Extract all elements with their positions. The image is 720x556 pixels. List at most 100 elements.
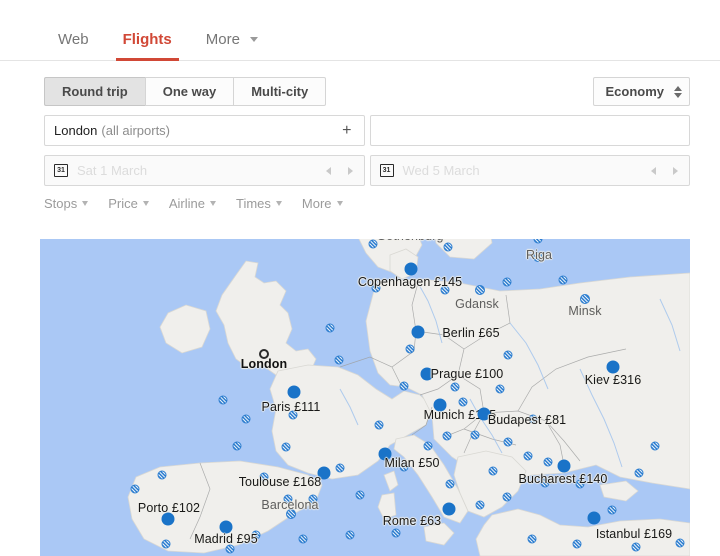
map-marker[interactable] (161, 539, 171, 549)
map-marker[interactable] (445, 479, 455, 489)
depart-date-next-icon[interactable] (347, 166, 353, 175)
return-date-next-icon[interactable] (673, 166, 678, 175)
map-marker[interactable] (325, 323, 335, 333)
tab-flights[interactable]: Flights (109, 32, 186, 61)
map-marker[interactable] (405, 344, 415, 354)
map-marker[interactable] (281, 442, 291, 452)
map-marker[interactable] (355, 490, 365, 500)
map-marker[interactable] (157, 470, 167, 480)
map-marker[interactable] (335, 463, 345, 473)
map-marker[interactable] (450, 382, 460, 392)
filter-stops[interactable]: Stops (44, 196, 89, 211)
tab-more[interactable]: More (192, 32, 272, 60)
map-marker[interactable] (558, 275, 568, 285)
map-marker-berlin[interactable] (411, 325, 425, 339)
filter-price[interactable]: Price (108, 196, 149, 211)
map-marker-bucharest[interactable] (557, 459, 571, 473)
origin-field[interactable]: London (all airports) + (44, 115, 365, 146)
map-marker[interactable] (374, 420, 384, 430)
trip-type-multi-city[interactable]: Multi-city (233, 77, 327, 106)
map-marker[interactable] (345, 530, 355, 540)
map-marker[interactable] (218, 395, 228, 405)
destination-input[interactable] (379, 123, 680, 138)
map-marker[interactable] (308, 494, 318, 504)
map-marker-rome[interactable] (442, 502, 456, 516)
map-marker[interactable] (283, 494, 293, 504)
depart-date-prev-icon[interactable] (325, 166, 331, 175)
map-marker[interactable] (288, 410, 298, 420)
map-marker-origin-london[interactable] (259, 349, 269, 359)
calendar-icon-day: 31 (57, 167, 65, 174)
map-marker[interactable] (443, 242, 453, 252)
map-marker[interactable] (503, 350, 513, 360)
tab-web-label: Web (58, 31, 89, 48)
filter-more-label: More (301, 196, 332, 211)
map-marker[interactable] (298, 534, 308, 544)
map-marker[interactable] (371, 283, 381, 293)
map-marker[interactable] (634, 468, 644, 478)
filter-times[interactable]: Times (236, 196, 282, 211)
map-marker[interactable] (543, 457, 553, 467)
map-marker-milan[interactable] (378, 447, 392, 461)
map-marker[interactable] (523, 451, 533, 461)
map-marker[interactable] (442, 431, 452, 441)
filter-airline[interactable]: Airline (169, 196, 216, 211)
map-marker[interactable] (528, 414, 538, 424)
map-marker[interactable] (488, 466, 498, 476)
return-date-steppers (651, 166, 680, 175)
map-marker[interactable] (241, 414, 251, 424)
trip-type-one-way[interactable]: One way (144, 77, 234, 106)
map-marker-paris[interactable] (287, 385, 301, 399)
flight-destinations-map[interactable]: GothenburgRigaMoscowMinskGdanskBarcelona… (40, 239, 690, 556)
map-marker[interactable] (334, 355, 344, 365)
cabin-class-select[interactable]: Economy (593, 77, 690, 106)
return-date-prev-icon[interactable] (651, 166, 656, 175)
map-marker-porto[interactable] (161, 512, 175, 526)
map-marker-budapest[interactable] (477, 407, 491, 421)
map-marker[interactable] (527, 534, 537, 544)
map-marker-munich[interactable] (433, 398, 447, 412)
map-marker[interactable] (475, 500, 485, 510)
map-marker[interactable] (458, 397, 468, 407)
map-marker[interactable] (232, 441, 242, 451)
map-marker[interactable] (650, 441, 660, 451)
map-marker[interactable] (225, 544, 235, 554)
map-marker[interactable] (399, 462, 409, 472)
map-marker[interactable] (251, 530, 261, 540)
map-marker[interactable] (502, 277, 512, 287)
map-marker[interactable] (368, 239, 378, 249)
trip-type-round-trip[interactable]: Round trip (44, 77, 145, 106)
map-marker[interactable] (423, 441, 433, 451)
map-marker[interactable] (540, 478, 550, 488)
map-marker[interactable] (495, 384, 505, 394)
map-marker-minsk[interactable] (580, 294, 590, 304)
map-marker-istanbul[interactable] (587, 511, 601, 525)
map-marker[interactable] (391, 528, 401, 538)
map-marker-toulouse[interactable] (317, 466, 331, 480)
map-marker[interactable] (503, 437, 513, 447)
map-marker-kiev[interactable] (606, 360, 620, 374)
map-marker-gdansk[interactable] (475, 285, 485, 295)
map-marker-madrid[interactable] (219, 520, 233, 534)
map-marker[interactable] (631, 542, 641, 552)
destination-field[interactable] (369, 115, 690, 146)
map-marker-barcelona[interactable] (286, 509, 296, 519)
map-marker-prague[interactable] (420, 367, 434, 381)
map-marker[interactable] (440, 285, 450, 295)
map-marker[interactable] (130, 484, 140, 494)
tab-web[interactable]: Web (44, 32, 103, 60)
map-marker[interactable] (259, 472, 269, 482)
map-marker[interactable] (399, 381, 409, 391)
map-marker[interactable] (607, 505, 617, 515)
filter-more[interactable]: More (302, 196, 343, 211)
add-origin-icon[interactable]: + (339, 122, 354, 139)
map-marker[interactable] (502, 492, 512, 502)
map-marker[interactable] (675, 538, 685, 548)
depart-date-field[interactable]: 31 Sat 1 March (44, 155, 365, 186)
map-marker[interactable] (572, 539, 582, 549)
map-marker[interactable] (575, 479, 585, 489)
return-date-field[interactable]: 31 Wed 5 March (369, 155, 690, 186)
map-marker-copenhagen[interactable] (404, 262, 418, 276)
map-marker[interactable] (470, 430, 480, 440)
map-marker-riga[interactable] (533, 252, 543, 262)
